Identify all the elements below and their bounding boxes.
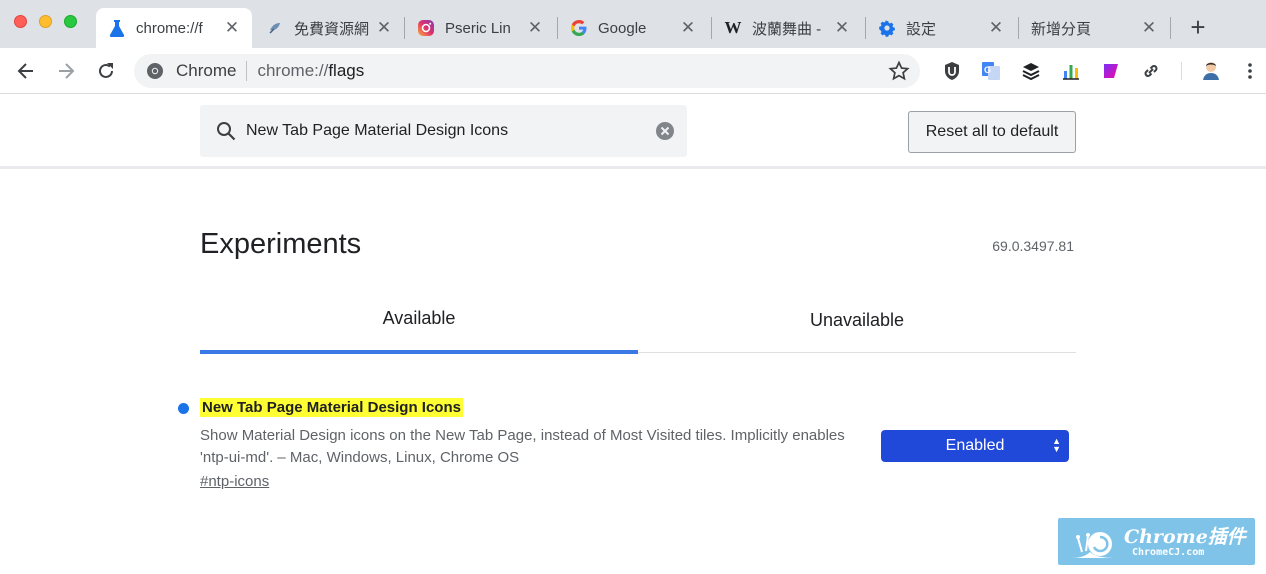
modified-dot bbox=[178, 403, 189, 414]
close-icon[interactable]: ✕ bbox=[1141, 18, 1157, 38]
menu-kebab-icon[interactable] bbox=[1240, 61, 1260, 81]
tab-title: Google bbox=[598, 19, 647, 37]
tab-available[interactable]: Available bbox=[200, 308, 638, 329]
security-chip-label: Chrome bbox=[176, 61, 237, 80]
close-icon[interactable]: ✕ bbox=[680, 18, 696, 38]
bookmark-star-icon[interactable] bbox=[888, 60, 910, 82]
watermark-title: Chrome插件 bbox=[1124, 526, 1246, 548]
close-icon[interactable]: ✕ bbox=[224, 18, 240, 38]
url-scheme: chrome:// bbox=[257, 61, 329, 80]
instagram-icon bbox=[417, 19, 435, 37]
tab-title: chrome://f bbox=[136, 19, 203, 37]
ublock-icon[interactable] bbox=[942, 61, 962, 81]
tab-flags[interactable]: chrome://f ✕ bbox=[96, 8, 252, 48]
chrome-icon bbox=[147, 63, 163, 79]
toolbar: Chrome chrome://flags G bbox=[0, 48, 1266, 94]
arrow-right-icon bbox=[59, 63, 75, 79]
close-icon[interactable]: ✕ bbox=[988, 18, 1004, 38]
tab-title: Pseric Lin bbox=[445, 19, 511, 37]
toolbar-separator bbox=[1181, 62, 1182, 80]
url-text: chrome://flags bbox=[257, 61, 364, 81]
tab-title: 設定 bbox=[906, 20, 937, 38]
link-icon[interactable] bbox=[1141, 61, 1161, 81]
google-icon bbox=[570, 19, 588, 37]
wikipedia-icon: W bbox=[724, 18, 742, 37]
experiment-state-select[interactable]: Enabled ▲ ▼ bbox=[881, 430, 1069, 462]
close-window-button[interactable] bbox=[14, 15, 27, 28]
new-tab-button[interactable]: + bbox=[1184, 14, 1212, 42]
flags-search-header: New Tab Page Material Design Icons Reset… bbox=[0, 95, 1266, 169]
tab-wikipedia[interactable]: W 波蘭舞曲 - ✕ bbox=[712, 8, 862, 48]
select-arrows-icon: ▲ ▼ bbox=[1052, 436, 1061, 454]
arrow-left-icon bbox=[17, 63, 33, 79]
gradient-icon[interactable] bbox=[1101, 61, 1121, 81]
back-button[interactable] bbox=[12, 57, 40, 85]
tab-separator bbox=[1170, 17, 1171, 39]
tab-title: 免費資源網 bbox=[294, 20, 370, 38]
layers-icon[interactable] bbox=[1021, 61, 1041, 81]
forward-button[interactable] bbox=[52, 57, 80, 85]
experiment-name: New Tab Page Material Design Icons bbox=[200, 398, 463, 417]
tab-title: 新增分頁 bbox=[1031, 20, 1092, 38]
reload-button[interactable] bbox=[92, 57, 120, 85]
tab-strip: chrome://f ✕ 免費資源網 ✕ Pseric Lin ✕ Google… bbox=[0, 0, 1266, 48]
url-path: flags bbox=[328, 61, 365, 80]
clear-search-icon[interactable] bbox=[655, 121, 675, 141]
minimize-window-button[interactable] bbox=[39, 15, 52, 28]
tab-instagram[interactable]: Pseric Lin ✕ bbox=[405, 8, 555, 48]
experiment-description: Show Material Design icons on the New Ta… bbox=[200, 427, 845, 466]
tab-new-tab[interactable]: 新增分頁 ✕ bbox=[1019, 8, 1169, 48]
tab-settings[interactable]: 設定 ✕ bbox=[866, 8, 1016, 48]
watermark-subtitle: ChromeCJ.com bbox=[1132, 547, 1205, 558]
reload-icon bbox=[99, 63, 113, 78]
active-tab-indicator bbox=[200, 350, 638, 354]
close-icon[interactable]: ✕ bbox=[527, 18, 543, 38]
chip-separator bbox=[246, 61, 248, 81]
maximize-window-button[interactable] bbox=[64, 15, 77, 28]
snail-icon bbox=[1072, 532, 1116, 558]
search-input[interactable]: New Tab Page Material Design Icons bbox=[246, 122, 655, 140]
avatar[interactable] bbox=[1200, 59, 1222, 81]
reset-all-button[interactable]: Reset all to default bbox=[908, 111, 1076, 153]
close-icon[interactable]: ✕ bbox=[834, 18, 850, 38]
flask-icon bbox=[108, 19, 126, 37]
svg-text:G: G bbox=[984, 65, 991, 75]
gear-icon bbox=[878, 19, 896, 37]
tab-google[interactable]: Google ✕ bbox=[558, 8, 708, 48]
version-label: 69.0.3497.81 bbox=[992, 238, 1074, 254]
address-bar[interactable]: Chrome chrome://flags bbox=[134, 54, 920, 88]
tab-unavailable[interactable]: Unavailable bbox=[638, 310, 1076, 331]
select-value: Enabled bbox=[945, 437, 1005, 454]
search-field[interactable]: New Tab Page Material Design Icons bbox=[200, 105, 687, 157]
page-title: Experiments bbox=[200, 228, 362, 260]
close-icon[interactable]: ✕ bbox=[376, 18, 392, 38]
watermark-logo: Chrome插件 ChromeCJ.com bbox=[1058, 518, 1255, 565]
chart-icon[interactable] bbox=[1061, 61, 1081, 81]
search-icon bbox=[217, 122, 236, 141]
translate-icon[interactable]: G bbox=[981, 61, 1001, 81]
tab-resource[interactable]: 免費資源網 ✕ bbox=[254, 8, 404, 48]
tab-title: 波蘭舞曲 - bbox=[752, 20, 822, 38]
experiment-permalink[interactable]: #ntp-icons bbox=[200, 473, 269, 490]
page-icon bbox=[266, 19, 284, 37]
